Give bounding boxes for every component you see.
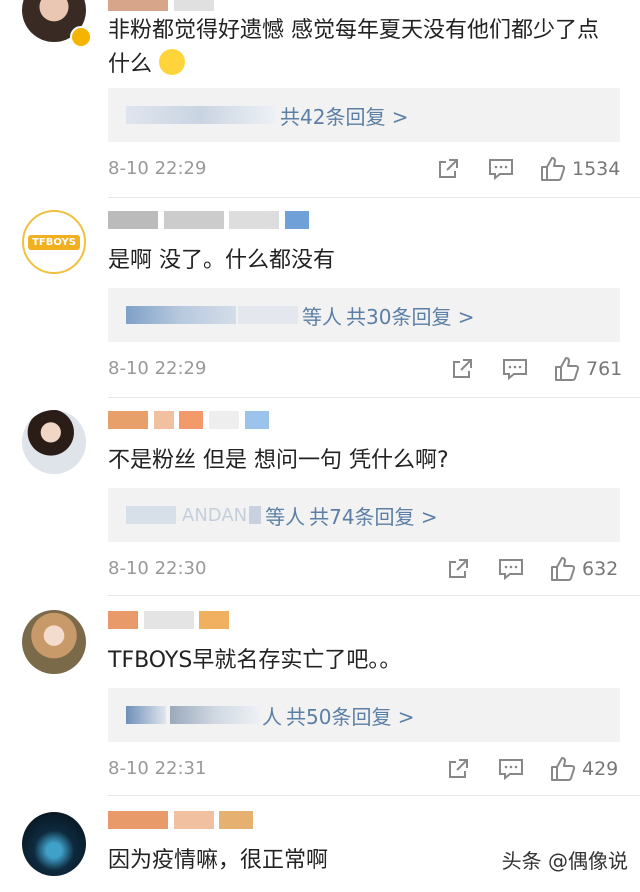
reply-names: ANDAN 等人 bbox=[126, 501, 305, 530]
avatar[interactable]: TFBOYS bbox=[22, 210, 86, 274]
share-icon[interactable] bbox=[436, 154, 460, 184]
divider bbox=[108, 795, 640, 796]
like-button[interactable]: 1534 bbox=[540, 154, 620, 184]
divider bbox=[108, 197, 640, 198]
share-icon[interactable] bbox=[450, 354, 474, 384]
comment-text: 非粉都觉得好遗憾 感觉每年夏天没有他们都少了点什么 bbox=[108, 18, 599, 77]
like-button[interactable]: 429 bbox=[550, 754, 618, 784]
reply-count: 共30条回复 > bbox=[346, 304, 475, 329]
timestamp: 8-10 22:29 bbox=[108, 358, 207, 379]
avatar[interactable] bbox=[22, 410, 86, 474]
avatar[interactable] bbox=[22, 610, 86, 674]
reply-count: 共42条回复 > bbox=[280, 104, 409, 129]
watermark: 头条 @偶像说 bbox=[501, 849, 628, 873]
comment-icon[interactable] bbox=[502, 354, 528, 384]
reply-summary[interactable]: 等人 共30条回复 > bbox=[108, 288, 620, 342]
comment-footer: 8-10 22:29 761 bbox=[108, 354, 622, 384]
username[interactable] bbox=[108, 0, 338, 14]
timestamp: 8-10 22:29 bbox=[108, 158, 207, 179]
comment-footer: 8-10 22:30 632 bbox=[108, 554, 620, 584]
username[interactable] bbox=[108, 808, 338, 832]
timestamp: 8-10 22:30 bbox=[108, 558, 207, 579]
thumbs-up-icon bbox=[541, 157, 566, 181]
comment-footer: 8-10 22:29 1534 bbox=[108, 154, 620, 184]
comment-icon[interactable] bbox=[498, 554, 524, 584]
reply-summary[interactable]: 人 共50条回复 > bbox=[108, 688, 620, 742]
like-count: 632 bbox=[582, 558, 619, 580]
reply-names: 人 bbox=[126, 701, 282, 730]
username[interactable] bbox=[108, 408, 338, 432]
like-count: 1534 bbox=[572, 158, 621, 180]
like-count: 761 bbox=[586, 358, 623, 380]
comment-icon[interactable] bbox=[498, 754, 524, 784]
username[interactable] bbox=[108, 608, 338, 632]
reply-count: 共74条回复 > bbox=[309, 504, 438, 529]
comment-footer: 8-10 22:31 429 bbox=[108, 754, 620, 784]
timestamp: 8-10 22:31 bbox=[108, 758, 207, 779]
tfboys-logo: TFBOYS bbox=[28, 234, 80, 250]
comment-text: 是啊 没了。什么都没有 bbox=[108, 248, 335, 273]
comment-icon[interactable] bbox=[488, 154, 514, 184]
username[interactable] bbox=[108, 208, 338, 232]
like-count: 429 bbox=[582, 758, 619, 780]
thumbs-up-icon bbox=[551, 757, 576, 781]
share-icon[interactable] bbox=[446, 554, 470, 584]
divider bbox=[108, 595, 640, 596]
thumbs-up-icon bbox=[555, 357, 580, 381]
divider bbox=[108, 397, 640, 398]
comment-text: TFBOYS早就名存实亡了吧。。 bbox=[108, 648, 402, 673]
share-icon[interactable] bbox=[446, 754, 470, 784]
thumbs-up-icon bbox=[551, 557, 576, 581]
laughing-emoji-icon bbox=[159, 49, 186, 75]
comment-text: 不是粉丝 但是 想问一句 凭什么啊? bbox=[108, 448, 449, 473]
like-button[interactable]: 761 bbox=[554, 354, 622, 384]
reply-count: 共50条回复 > bbox=[286, 704, 415, 729]
verified-badge bbox=[70, 26, 92, 48]
like-button[interactable]: 632 bbox=[550, 554, 618, 584]
reply-names bbox=[126, 106, 276, 124]
reply-summary[interactable]: ANDAN 等人 共74条回复 > bbox=[108, 488, 620, 542]
reply-names: 等人 bbox=[126, 301, 342, 330]
avatar[interactable] bbox=[22, 812, 86, 876]
reply-summary[interactable]: 共42条回复 > bbox=[108, 88, 620, 142]
